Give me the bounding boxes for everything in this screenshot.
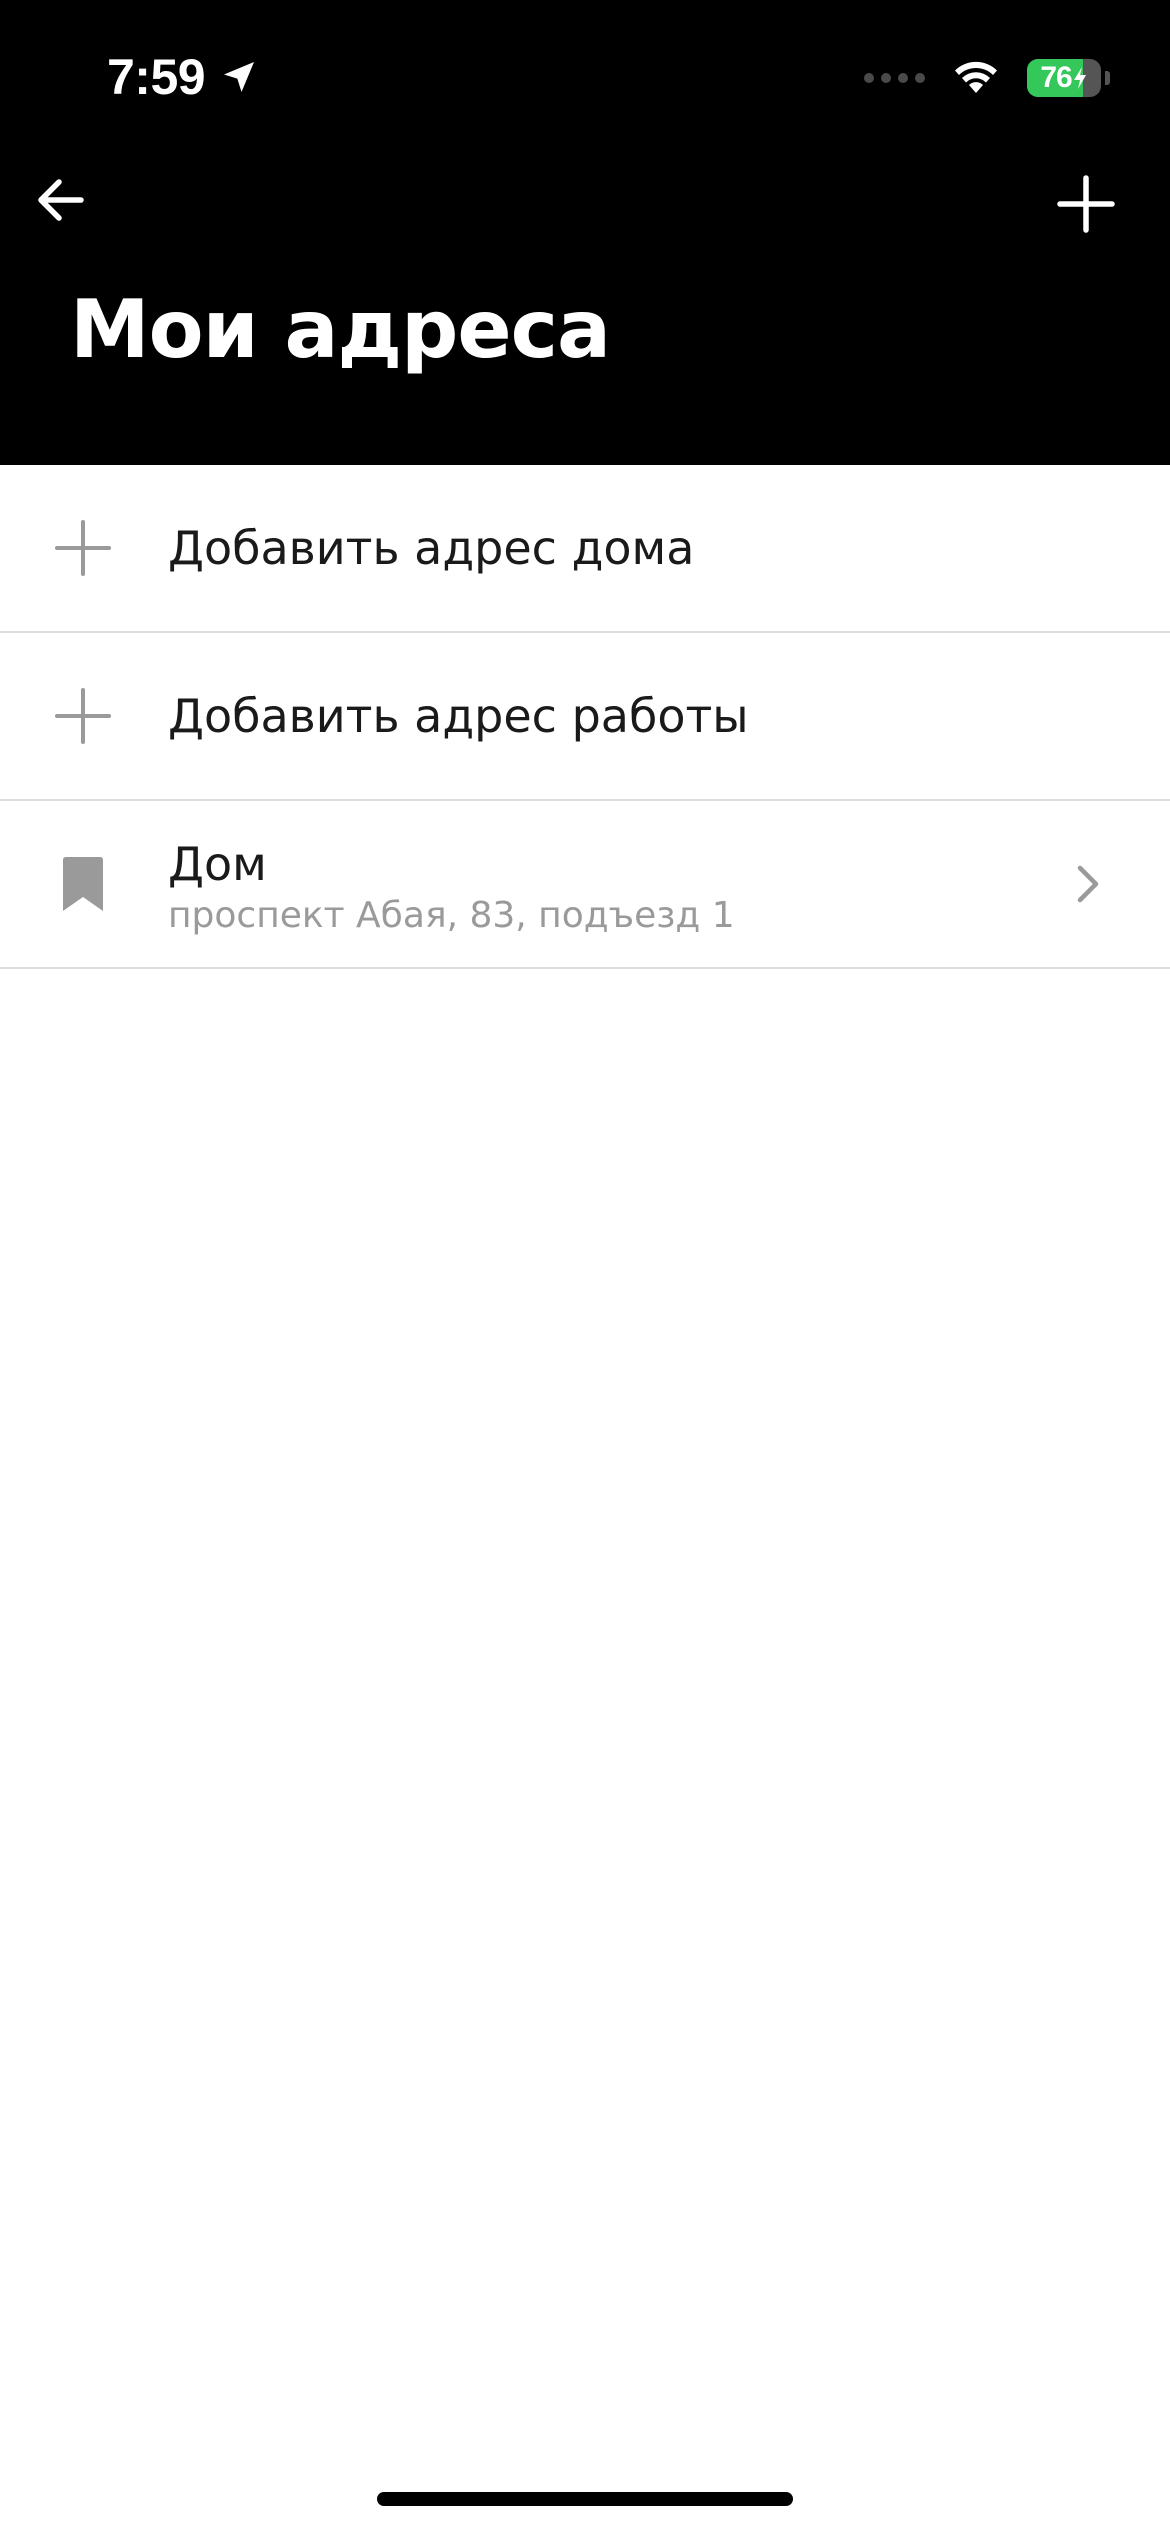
add-address-button[interactable]: [1050, 168, 1122, 240]
cellular-signal-icon: [864, 73, 925, 83]
battery-icon: 76: [1027, 59, 1101, 97]
battery-cap: [1105, 71, 1110, 85]
saved-address-title: Дом: [168, 837, 267, 891]
add-home-address-label: Добавить адрес дома: [168, 521, 695, 575]
status-indicators: 76: [864, 50, 1110, 106]
add-work-address-label: Добавить адрес работы: [168, 689, 749, 743]
add-work-address-item[interactable]: Добавить адрес работы: [0, 633, 1170, 801]
status-time: 7:59: [107, 44, 259, 110]
plus-icon: [50, 683, 116, 749]
plus-icon: [1057, 175, 1115, 233]
saved-address-subtitle: проспект Абая, 83, подъезд 1: [168, 895, 735, 936]
add-home-address-item[interactable]: Добавить адрес дома: [0, 465, 1170, 633]
plus-icon: [50, 515, 116, 581]
saved-address-item-home[interactable]: Дом проспект Абая, 83, подъезд 1: [0, 801, 1170, 969]
back-button[interactable]: [24, 164, 96, 236]
header: 7:59 76 Мои адреса: [0, 0, 1170, 465]
bookmark-icon: [50, 851, 116, 917]
home-indicator[interactable]: [377, 2492, 793, 2506]
page-title: Мои адреса: [70, 283, 611, 376]
address-list: Добавить адрес дома Добавить адрес работ…: [0, 465, 1170, 969]
charging-bolt-icon: [1073, 67, 1086, 89]
status-time-text: 7:59: [107, 49, 206, 105]
battery-percent: 76: [1040, 61, 1072, 94]
arrow-left-icon: [38, 179, 84, 221]
wifi-icon: [951, 57, 1001, 99]
location-arrow-icon: [219, 57, 259, 97]
chevron-right-icon: [1068, 864, 1108, 904]
